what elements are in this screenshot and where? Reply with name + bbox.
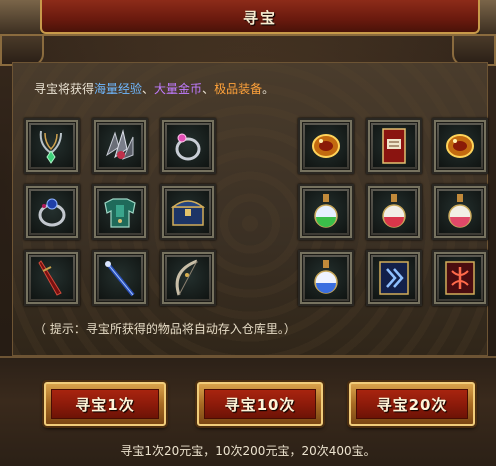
rune-scroll-blue-icon xyxy=(379,261,409,295)
necklace-icon xyxy=(39,130,62,164)
intro-suffix: 。 xyxy=(262,82,275,96)
item-slot-ring-pink[interactable] xyxy=(160,118,216,174)
jade-armor-icon xyxy=(104,198,136,228)
gold-orb-icon xyxy=(446,134,474,158)
hunt-once-label: 寻宝1次 xyxy=(51,389,159,419)
item-slot-orb-2[interactable] xyxy=(432,118,488,174)
price-info: 寻宝1次20元宝，10次200元宝，20次400宝。 xyxy=(120,444,376,458)
item-slot-pauldron[interactable] xyxy=(92,118,148,174)
item-slot-potion-red-1[interactable] xyxy=(366,184,422,240)
blue-staff-icon xyxy=(105,261,135,297)
storage-hint: （ 提示：寻宝所获得的物品将自动存入仓库里。） xyxy=(34,322,296,336)
intro-sep-2: 、 xyxy=(202,82,215,96)
item-slot-chest[interactable] xyxy=(160,184,216,240)
item-slot-bow[interactable] xyxy=(160,250,216,306)
intro-text: 寻宝将获得海量经验、大量金币、极品装备。 xyxy=(34,80,274,97)
item-slot-book[interactable] xyxy=(366,118,422,174)
red-book-icon xyxy=(382,128,406,164)
intro-gold: 大量金币 xyxy=(154,82,203,96)
item-slot-potion-blue[interactable] xyxy=(298,250,354,306)
treasure-window: 寻宝 寻宝将获得海量经验、大量金币、极品装备。 （ 提示：寻宝所获得的物品将自动… xyxy=(0,0,496,466)
hunt-twenty-label: 寻宝20次 xyxy=(356,389,468,419)
treasure-chest-icon xyxy=(170,200,206,226)
intro-exp: 海量经验 xyxy=(94,82,143,96)
title-bar: 寻宝 xyxy=(0,0,496,36)
ring-blue-gem-icon xyxy=(38,198,66,227)
item-slot-sword[interactable] xyxy=(24,250,80,306)
rune-scroll-red-icon xyxy=(445,261,475,295)
intro-sep-1: 、 xyxy=(142,82,155,96)
item-slot-rune-red[interactable] xyxy=(432,250,488,306)
item-slot-orb-1[interactable] xyxy=(298,118,354,174)
ring-pink-gem-icon xyxy=(175,133,201,161)
gold-orb-icon xyxy=(312,134,340,158)
item-slot-armor[interactable] xyxy=(92,184,148,240)
item-slot-potion-red-2[interactable] xyxy=(432,184,488,240)
hunt-twenty-button[interactable]: 寻宝20次 xyxy=(349,382,475,426)
intro-equip: 极品装备 xyxy=(214,82,263,96)
window-title: 寻宝 xyxy=(242,9,277,27)
title-tab: 寻宝 xyxy=(40,0,480,34)
bow-icon xyxy=(175,259,198,296)
red-potion-icon xyxy=(448,194,472,228)
hunt-once-button[interactable]: 寻宝1次 xyxy=(44,382,166,426)
green-potion-icon xyxy=(314,194,338,228)
item-slot-ring-blue[interactable] xyxy=(24,184,80,240)
item-slot-staff[interactable] xyxy=(92,250,148,306)
title-corner-right xyxy=(480,0,496,34)
red-potion-icon xyxy=(382,194,406,228)
title-corner-left xyxy=(0,0,40,34)
hunt-ten-label: 寻宝10次 xyxy=(204,389,316,419)
item-slot-rune-blue[interactable] xyxy=(366,250,422,306)
red-sword-icon xyxy=(38,260,62,296)
hunt-ten-button[interactable]: 寻宝10次 xyxy=(197,382,323,426)
intro-prefix: 寻宝将获得 xyxy=(34,82,95,96)
wing-pauldron-icon xyxy=(106,129,134,160)
item-slot-potion-green[interactable] xyxy=(298,184,354,240)
item-slot-necklace[interactable] xyxy=(24,118,80,174)
blue-potion-icon xyxy=(314,260,338,294)
